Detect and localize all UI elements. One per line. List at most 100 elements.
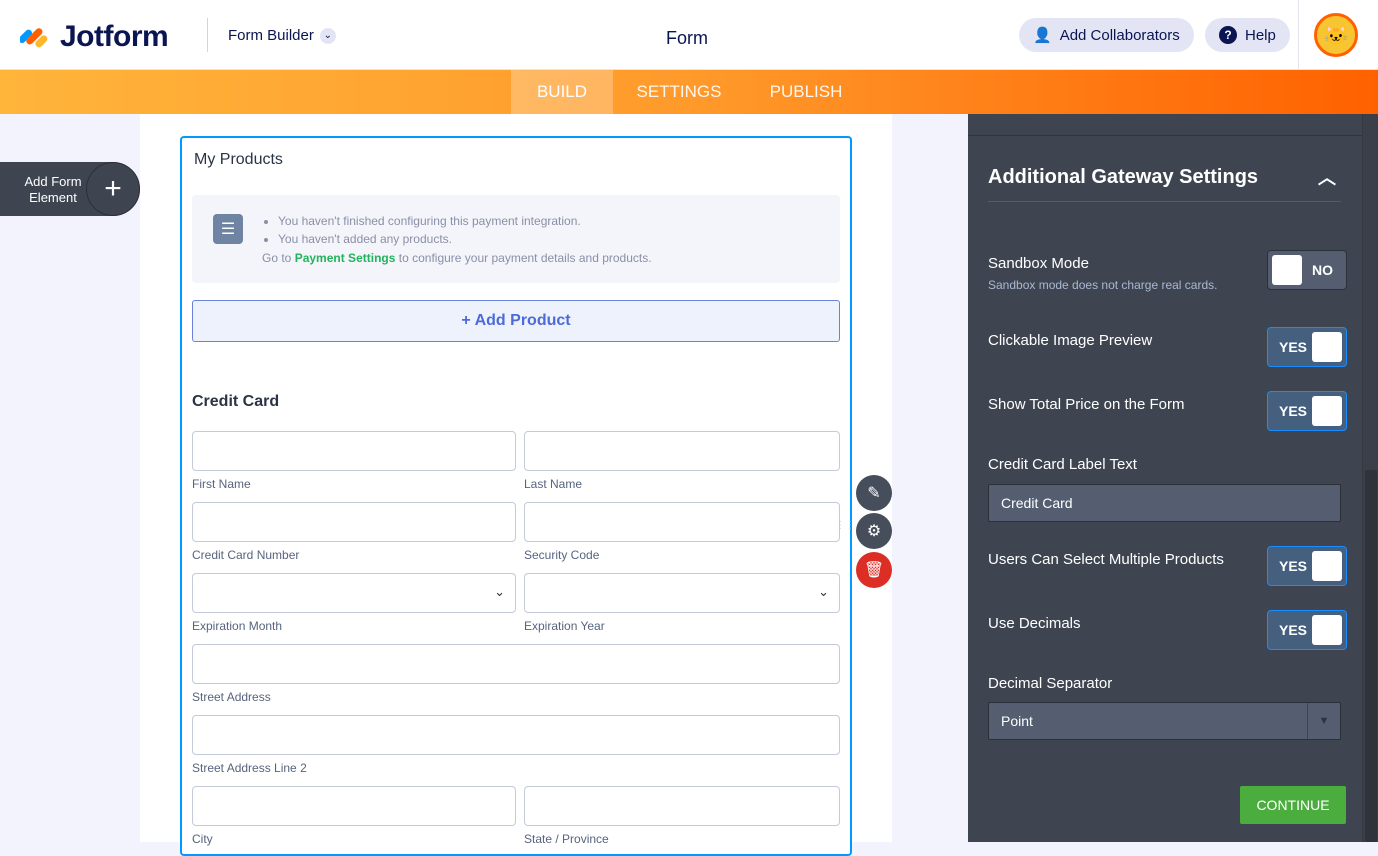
brand-name: Jotform xyxy=(60,20,169,53)
field-label: Street Address Line 2 xyxy=(192,761,307,775)
field-label: State / Province xyxy=(524,832,609,846)
field-label: Expiration Month xyxy=(192,619,283,633)
top-bar: Jotform Form Builder ⌄ Form 👤 Add Collabor… xyxy=(0,0,1378,70)
show-total-toggle[interactable]: YES xyxy=(1267,391,1347,431)
form-title[interactable]: Form xyxy=(666,28,708,49)
field-label: Credit Card Number xyxy=(192,548,300,562)
select-value: Point xyxy=(1001,713,1033,729)
toggle-knob xyxy=(1272,255,1302,285)
sandbox-toggle[interactable]: NO xyxy=(1267,250,1347,290)
divider xyxy=(1298,0,1299,70)
section-title: Credit Card xyxy=(192,393,280,410)
payment-widget[interactable]: My Products ☰ You haven't finished confi… xyxy=(180,136,852,856)
help-button[interactable]: ? Help xyxy=(1205,18,1290,52)
cc-label-text-label: Credit Card Label Text xyxy=(988,456,1137,473)
use-decimals-label: Use Decimals xyxy=(988,615,1081,632)
toggle-state: YES xyxy=(1279,558,1308,574)
sandbox-label: Sandbox Mode xyxy=(988,255,1089,272)
state-input[interactable] xyxy=(524,786,840,826)
panel-title: Additional Gateway Settings xyxy=(988,166,1259,188)
go-prefix: Go to xyxy=(262,251,292,265)
divider xyxy=(968,135,1362,136)
checklist-icon: ☰ xyxy=(213,214,243,244)
field-label: City xyxy=(192,832,213,846)
payment-settings-link[interactable]: Payment Settings xyxy=(295,251,396,265)
chevron-down-icon: ⌄ xyxy=(818,584,829,599)
decimal-separator-label: Decimal Separator xyxy=(988,675,1113,692)
toggle-knob xyxy=(1312,615,1342,645)
notice-instruction: Go to Payment Settings to configure your… xyxy=(262,251,652,265)
delete-button[interactable]: 🗑 xyxy=(856,552,892,588)
field-label: Security Code xyxy=(524,548,600,562)
go-suffix: to configure your payment details and pr… xyxy=(398,251,652,265)
drag-handle-icon[interactable]: ⋮⋮ xyxy=(835,521,855,531)
use-decimals-toggle[interactable]: YES xyxy=(1267,610,1347,650)
street-address-input[interactable] xyxy=(192,644,840,684)
plus-icon: + xyxy=(86,162,140,216)
jotform-logo[interactable]: Jotform xyxy=(20,20,169,54)
builder-nav: BUILD SETTINGS PUBLISH xyxy=(0,70,1378,114)
toggle-state: YES xyxy=(1279,622,1308,638)
field-label: Street Address xyxy=(192,690,271,704)
toggle-state: YES xyxy=(1279,403,1308,419)
continue-button[interactable]: CONTINUE xyxy=(1240,786,1346,824)
jotform-logo-icon xyxy=(20,28,48,48)
multiple-products-label: Users Can Select Multiple Products xyxy=(988,551,1224,568)
properties-button[interactable]: ⚙ xyxy=(856,513,892,549)
add-collaborators-label: Add Collaborators xyxy=(1059,26,1180,44)
widget-title[interactable]: My Products xyxy=(194,151,283,169)
tab-settings[interactable]: SETTINGS xyxy=(626,70,732,114)
field-label: Expiration Year xyxy=(524,619,605,633)
toggle-knob xyxy=(1312,396,1342,426)
help-label: Help xyxy=(1245,26,1276,44)
divider xyxy=(988,201,1341,202)
notice-item: You haven't added any products. xyxy=(278,230,581,248)
expiration-year-select[interactable]: ⌄ xyxy=(524,573,840,613)
gear-icon: ⚙ xyxy=(866,523,882,540)
last-name-input[interactable] xyxy=(524,431,840,471)
toggle-state: NO xyxy=(1312,262,1333,278)
scrollbar[interactable] xyxy=(1362,114,1378,842)
config-notice: ☰ You haven't finished configuring this … xyxy=(192,195,840,283)
city-input[interactable] xyxy=(192,786,516,826)
caret-down-icon: ▼ xyxy=(1307,703,1340,739)
notice-item: You haven't finished configuring this pa… xyxy=(278,212,581,230)
sandbox-help: Sandbox mode does not charge real cards. xyxy=(988,278,1218,292)
tab-publish[interactable]: PUBLISH xyxy=(760,70,852,114)
trash-icon: 🗑 xyxy=(863,562,885,579)
cc-label-text-input[interactable]: Credit Card xyxy=(988,484,1341,522)
expiration-month-select[interactable]: ⌄ xyxy=(192,573,516,613)
add-product-button[interactable]: + Add Product xyxy=(192,300,840,342)
add-collaborators-button[interactable]: 👤 Add Collaborators xyxy=(1019,18,1194,52)
user-icon: 👤 xyxy=(1033,27,1052,44)
magic-wand-icon: ✎ xyxy=(867,485,881,502)
question-icon: ? xyxy=(1219,26,1237,44)
app-switcher[interactable]: Form Builder ⌄ xyxy=(228,27,336,44)
street-address-2-input[interactable] xyxy=(192,715,840,755)
app-switcher-label: Form Builder xyxy=(228,27,314,44)
divider xyxy=(207,18,208,52)
add-form-element-button[interactable]: Add Form Element + xyxy=(0,162,140,216)
security-code-input[interactable] xyxy=(524,502,840,542)
multiple-products-toggle[interactable]: YES xyxy=(1267,546,1347,586)
field-label: Last Name xyxy=(524,477,583,491)
toggle-knob xyxy=(1312,332,1342,362)
field-label: First Name xyxy=(192,477,251,491)
magic-wand-button[interactable]: ✎ xyxy=(856,475,892,511)
toggle-knob xyxy=(1312,551,1342,581)
add-form-element-label: Add Form Element xyxy=(24,174,82,205)
chevron-up-icon[interactable]: ︿ xyxy=(1318,164,1336,190)
properties-panel: Additional Gateway Settings ︿ Sandbox Mo… xyxy=(968,114,1378,842)
show-total-label: Show Total Price on the Form xyxy=(988,396,1185,413)
scrollbar-thumb[interactable] xyxy=(1365,470,1377,842)
first-name-input[interactable] xyxy=(192,431,516,471)
clickable-image-label: Clickable Image Preview xyxy=(988,332,1153,349)
chevron-down-icon: ⌄ xyxy=(494,584,505,599)
cc-number-input[interactable] xyxy=(192,502,516,542)
avatar[interactable]: 🐱 xyxy=(1314,13,1358,57)
tab-build[interactable]: BUILD xyxy=(511,70,613,114)
decimal-separator-select[interactable]: Point ▼ xyxy=(988,702,1341,740)
chevron-down-icon: ⌄ xyxy=(319,27,336,44)
clickable-image-toggle[interactable]: YES xyxy=(1267,327,1347,367)
toggle-state: YES xyxy=(1279,339,1308,355)
